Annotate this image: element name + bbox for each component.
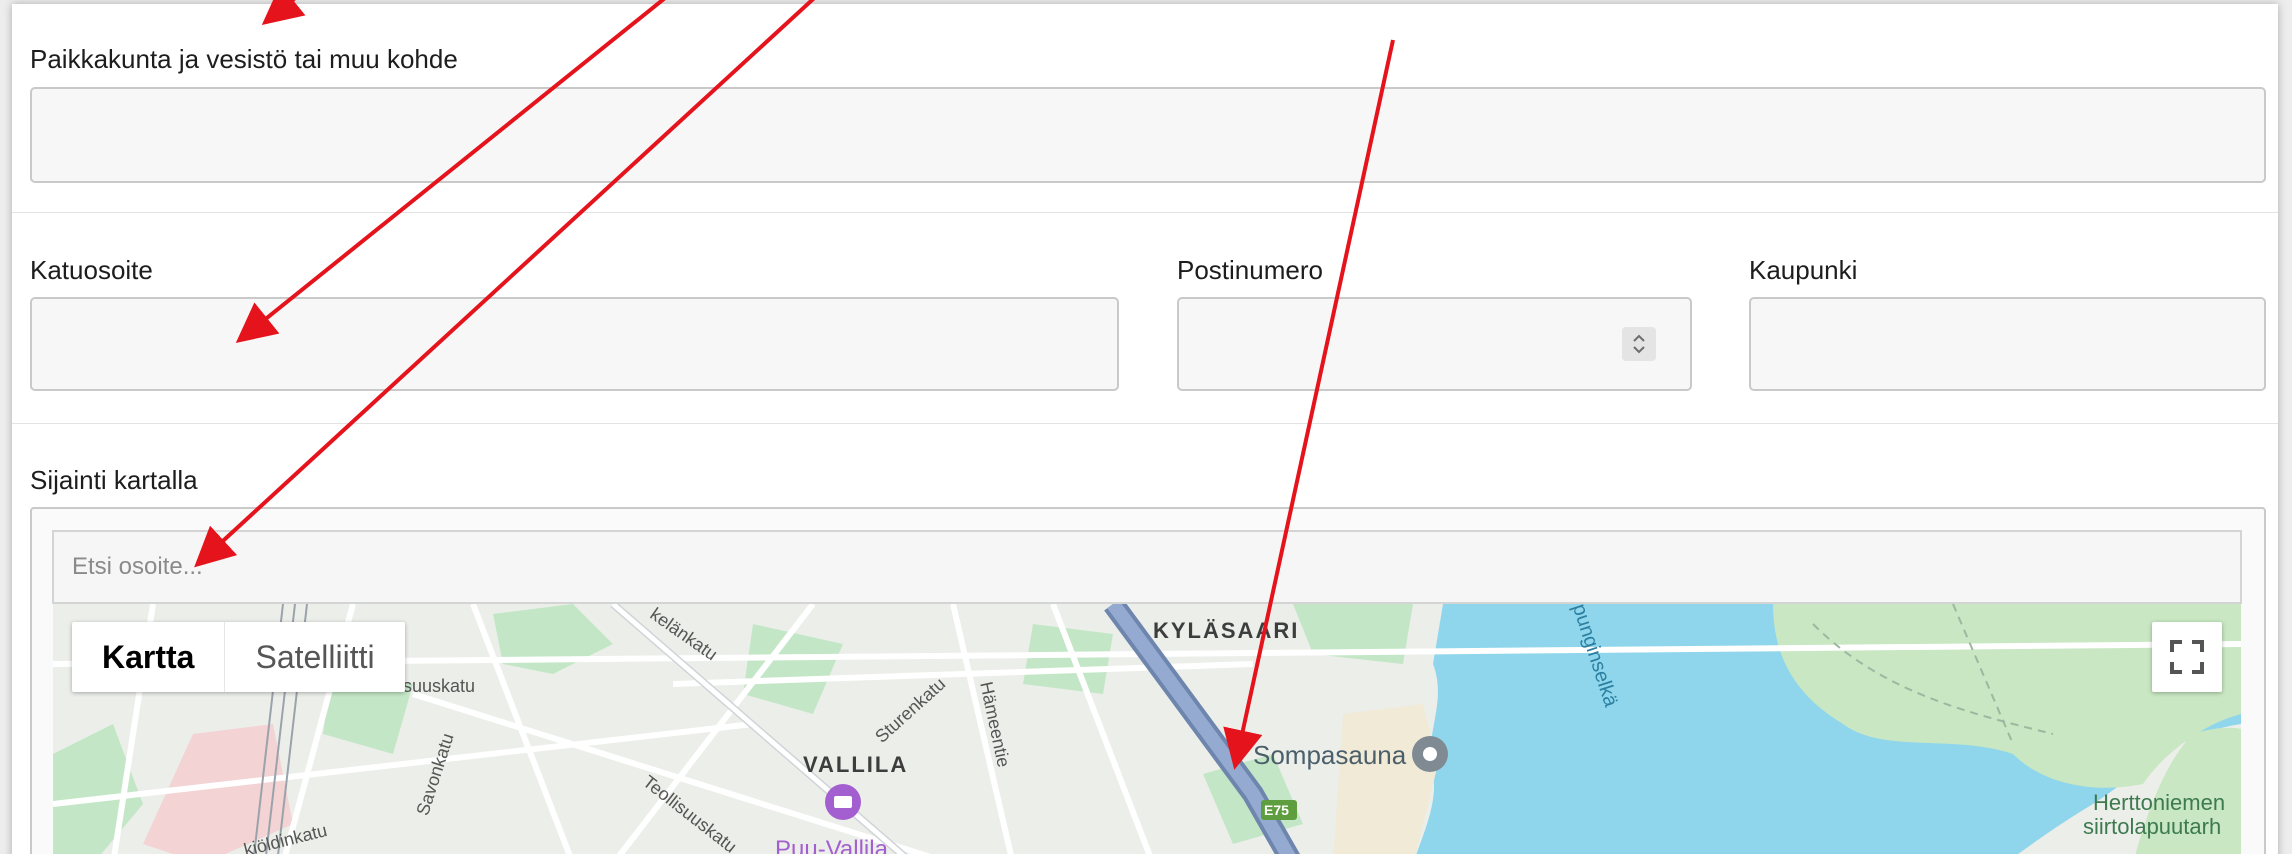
- map-label-herttoniemen: Herttoniemen: [2093, 790, 2226, 815]
- city-label: Kaupunki: [1749, 255, 1858, 285]
- postal-input[interactable]: [1177, 297, 1692, 391]
- map-type-control: Kartta Satelliitti: [72, 622, 405, 692]
- street-label: Katuosoite: [30, 255, 153, 285]
- map-label-sompasauna: Sompasauna: [1253, 740, 1407, 770]
- map-type-kartta-button[interactable]: Kartta: [72, 622, 226, 692]
- street-input[interactable]: [30, 297, 1119, 391]
- fullscreen-icon: [2170, 640, 2204, 674]
- city-input[interactable]: [1749, 297, 2266, 391]
- divider: [12, 423, 2278, 424]
- postal-label: Postinumero: [1177, 255, 1323, 285]
- map-street-suuskatu: suuskatu: [403, 676, 476, 696]
- place-input[interactable]: [30, 87, 2266, 183]
- map-label-kylasaari: KYLÄSAARI: [1153, 618, 1300, 643]
- map-label-siirtolapuutarha: siirtolapuutarh: [2083, 814, 2222, 839]
- fullscreen-button[interactable]: [2152, 622, 2222, 692]
- map-label-puu-vallila: Puu-Vallila: [775, 836, 888, 854]
- chevron-updown-icon: [1633, 334, 1645, 354]
- address-search-input[interactable]: [52, 530, 2242, 604]
- map-label: Sijainti kartalla: [30, 465, 198, 495]
- number-spinner[interactable]: [1622, 327, 1656, 361]
- map-label-e75: E75: [1264, 802, 1289, 818]
- map-label-vallila: VALLILA: [803, 752, 909, 777]
- divider: [12, 212, 2278, 213]
- map-type-satelliitti-button[interactable]: Satelliitti: [225, 622, 404, 692]
- place-label: Paikkakunta ja vesistö tai muu kohde: [30, 44, 458, 74]
